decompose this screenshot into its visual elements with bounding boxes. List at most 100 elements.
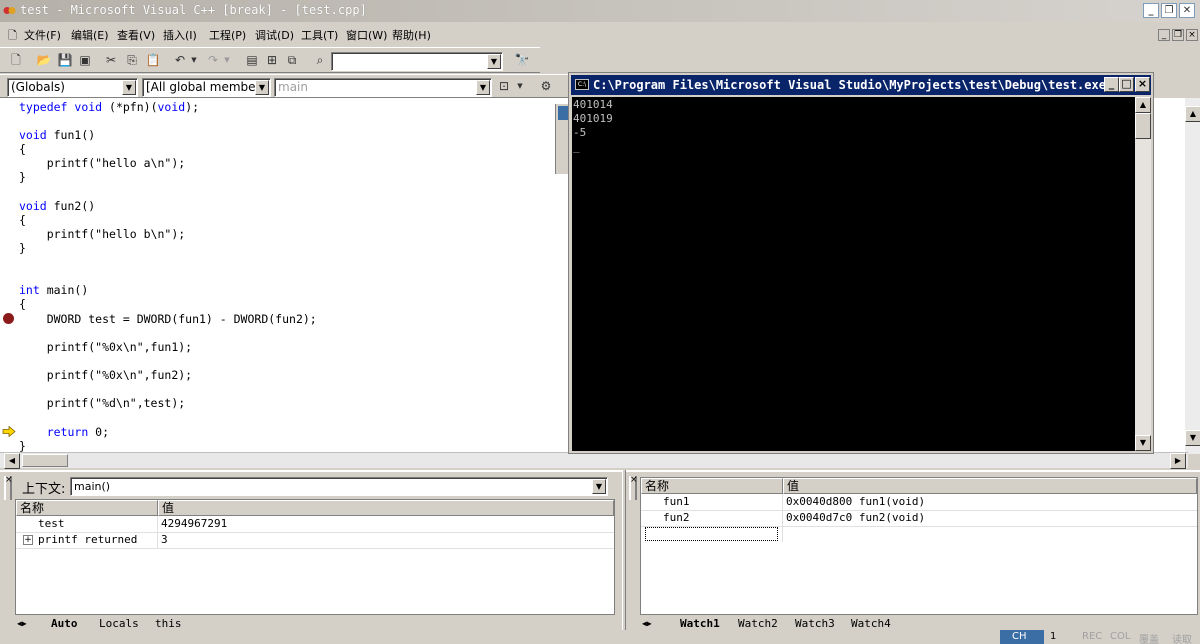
tab-scroll-left-icon[interactable]: ◀▶	[17, 617, 27, 631]
restore-button[interactable]: ❐	[1161, 3, 1177, 18]
tab-this[interactable]: this	[155, 617, 182, 631]
column-header-name[interactable]: 名称	[641, 478, 783, 494]
console-close-button[interactable]: ×	[1135, 77, 1150, 92]
watch-name[interactable]: fun1	[663, 494, 690, 510]
console-line: 401014	[573, 98, 613, 111]
console-line: 401019	[573, 112, 613, 125]
minimize-button[interactable]: _	[1143, 3, 1159, 18]
workspace-icon[interactable]: ▤	[244, 52, 260, 68]
console-scrollbar[interactable]: ▲ ▼	[1135, 97, 1151, 451]
save-icon[interactable]: 💾	[57, 52, 73, 68]
menu-edit[interactable]: 编辑(E)	[71, 27, 109, 43]
breakpoint-icon[interactable]	[3, 313, 14, 324]
variable-value[interactable]: 3	[161, 532, 168, 548]
wizard-action-icon[interactable]: ⊡	[496, 78, 512, 94]
variable-name[interactable]: test	[38, 516, 65, 532]
variable-value[interactable]: 4294967291	[161, 516, 227, 532]
ime-indicator[interactable]: CH	[1000, 630, 1044, 644]
tab-watch3[interactable]: Watch3	[795, 617, 835, 631]
window-list-icon[interactable]: ⧉	[284, 52, 300, 68]
find-binoculars-icon[interactable]: 🔭	[514, 52, 530, 68]
watch-value[interactable]: 0x0040d800 fun1(void)	[786, 494, 925, 510]
cut-icon[interactable]: ✂	[103, 52, 119, 68]
column-header-value[interactable]: 值	[783, 478, 1197, 494]
tab-watch2[interactable]: Watch2	[738, 617, 778, 631]
watch-grid[interactable]: 名称 值 fun1 0x0040d800 fun1(void) fun2 0x0…	[640, 477, 1198, 615]
console-minimize-button[interactable]: _	[1104, 77, 1119, 92]
find-in-files-icon[interactable]: ⌕	[312, 52, 328, 68]
menu-window[interactable]: 窗口(W)	[346, 27, 387, 43]
chevron-down-icon[interactable]: ▼	[592, 479, 606, 494]
variable-name[interactable]: printf returned	[38, 532, 137, 548]
chevron-down-icon[interactable]: ▼	[255, 80, 269, 95]
chevron-down-icon[interactable]: ▼	[487, 54, 501, 69]
members-combo[interactable]: [All global members ▼	[142, 78, 271, 97]
chevron-down-icon[interactable]: ▼	[476, 80, 490, 95]
tab-scroll-left-icon[interactable]: ◀▶	[642, 617, 652, 631]
scroll-thumb[interactable]	[22, 454, 68, 467]
scroll-up-icon[interactable]: ▲	[1185, 106, 1200, 122]
code-line: }	[19, 439, 26, 453]
scroll-thumb[interactable]	[1135, 113, 1151, 139]
scroll-down-icon[interactable]: ▼	[1185, 430, 1200, 446]
context-value: main()	[74, 480, 111, 493]
find-combo[interactable]: ▼	[331, 52, 503, 71]
chevron-down-icon[interactable]: ▼	[122, 80, 136, 95]
mdi-minimize-button[interactable]: _	[1158, 29, 1170, 41]
redo-dropdown-icon[interactable]: ▼	[219, 52, 235, 68]
menu-help[interactable]: 帮助(H)	[392, 27, 431, 43]
variables-grid[interactable]: 名称 值 test 4294967291 + printf returned 3	[15, 499, 615, 615]
undo-dropdown-icon[interactable]: ▼	[186, 52, 202, 68]
mdi-restore-button[interactable]: ❐	[1172, 29, 1184, 41]
debug-toolbar-fragment	[555, 104, 569, 174]
close-icon[interactable]: ×	[630, 475, 638, 485]
new-file-icon[interactable]: 🗋	[8, 52, 24, 68]
code-token: 0;	[88, 425, 110, 439]
editor-vertical-scrollbar[interactable]: ▲ ▼	[1185, 98, 1200, 454]
console-maximize-button[interactable]: □	[1119, 77, 1134, 92]
expand-icon[interactable]: +	[23, 535, 33, 545]
column-divider	[782, 494, 783, 542]
tab-watch1[interactable]: Watch1	[680, 617, 720, 631]
scroll-left-icon[interactable]: ◀	[4, 453, 20, 469]
paste-icon[interactable]: 📋	[145, 52, 161, 68]
save-all-icon[interactable]: ▣	[77, 52, 93, 68]
build-icon[interactable]: ⚙	[538, 78, 554, 94]
output-window-icon[interactable]: ⊞	[264, 52, 280, 68]
scope-combo[interactable]: (Globals) ▼	[7, 78, 138, 97]
open-folder-icon[interactable]: 📂	[36, 52, 52, 68]
menu-bar: 🗋 文件(F) 编辑(E) 查看(V) 插入(I) 工程(P) 调试(D) 工具…	[0, 24, 1200, 44]
function-combo[interactable]: main ▼	[274, 78, 492, 97]
console-window[interactable]: C:\Program Files\Microsoft Visual Studio…	[568, 72, 1154, 454]
context-combo[interactable]: main() ▼	[70, 477, 608, 496]
watch-name[interactable]: fun2	[663, 510, 690, 526]
menu-tools[interactable]: 工具(T)	[301, 27, 338, 43]
menu-debug[interactable]: 调试(D)	[255, 27, 294, 43]
scroll-up-icon[interactable]: ▲	[1135, 97, 1151, 113]
watch-pane: × 名称 值 fun1 0x0040d800 fun1(void) fun2 0…	[626, 470, 1200, 632]
menu-file[interactable]: 文件(F)	[24, 27, 61, 43]
scroll-right-icon[interactable]: ▶	[1170, 453, 1186, 469]
standard-toolbar: 🗋 📂 💾 ▣ ✂ ⎘ 📋 ↶ ▼ ↷ ▼ ▤ ⊞ ⧉ ⌕ ▼ 🔭	[0, 47, 540, 73]
code-token: void	[19, 128, 47, 142]
menu-view[interactable]: 查看(V)	[117, 27, 155, 43]
scroll-down-icon[interactable]: ▼	[1135, 435, 1151, 451]
mdi-close-button[interactable]: ×	[1186, 29, 1198, 41]
code-line: printf("%0x\n",fun1);	[19, 340, 193, 354]
tab-auto[interactable]: Auto	[51, 617, 78, 631]
close-button[interactable]: ✕	[1179, 3, 1195, 18]
tab-locals[interactable]: Locals	[99, 617, 139, 631]
menu-insert[interactable]: 插入(I)	[163, 27, 197, 43]
column-header-value[interactable]: 值	[158, 500, 614, 516]
tab-watch4[interactable]: Watch4	[851, 617, 891, 631]
wizard-action-dropdown-icon[interactable]: ▼	[512, 78, 528, 94]
document-icon[interactable]: 🗋	[8, 27, 17, 46]
column-header-name[interactable]: 名称	[16, 500, 158, 516]
watch-value[interactable]: 0x0040d7c0 fun2(void)	[786, 510, 925, 526]
close-icon[interactable]: ×	[5, 475, 13, 485]
editor-horizontal-scrollbar[interactable]: ◀ ▶	[0, 452, 1188, 469]
new-watch-entry[interactable]	[645, 527, 778, 541]
menu-project[interactable]: 工程(P)	[209, 27, 246, 43]
copy-icon[interactable]: ⎘	[124, 52, 140, 68]
console-output[interactable]: 401014 401019 -5 _	[572, 97, 1135, 451]
